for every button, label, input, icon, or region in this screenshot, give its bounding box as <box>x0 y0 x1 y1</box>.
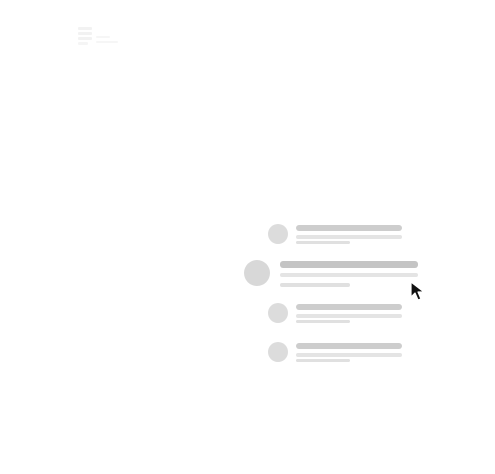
list-item[interactable] <box>268 224 408 246</box>
list-item[interactable] <box>268 303 408 325</box>
mouse-pointer-icon <box>409 280 431 302</box>
avatar-placeholder <box>244 260 270 286</box>
title-placeholder <box>296 225 402 231</box>
title-placeholder <box>296 304 402 310</box>
brand-logo-icon <box>78 26 120 46</box>
subtitle-placeholder <box>296 353 402 357</box>
meta-placeholder <box>296 241 350 244</box>
page <box>0 0 495 474</box>
avatar-placeholder <box>268 224 288 244</box>
title-placeholder <box>296 343 402 349</box>
list-item-hovered[interactable] <box>244 260 424 288</box>
title-placeholder <box>280 261 418 268</box>
subtitle-placeholder <box>280 273 418 277</box>
list-item[interactable] <box>268 342 408 364</box>
subtitle-placeholder <box>296 314 402 318</box>
avatar-placeholder <box>268 342 288 362</box>
meta-placeholder <box>296 359 350 362</box>
avatar-placeholder <box>268 303 288 323</box>
meta-placeholder <box>296 320 350 323</box>
subtitle-placeholder <box>296 235 402 239</box>
meta-placeholder <box>280 283 350 287</box>
